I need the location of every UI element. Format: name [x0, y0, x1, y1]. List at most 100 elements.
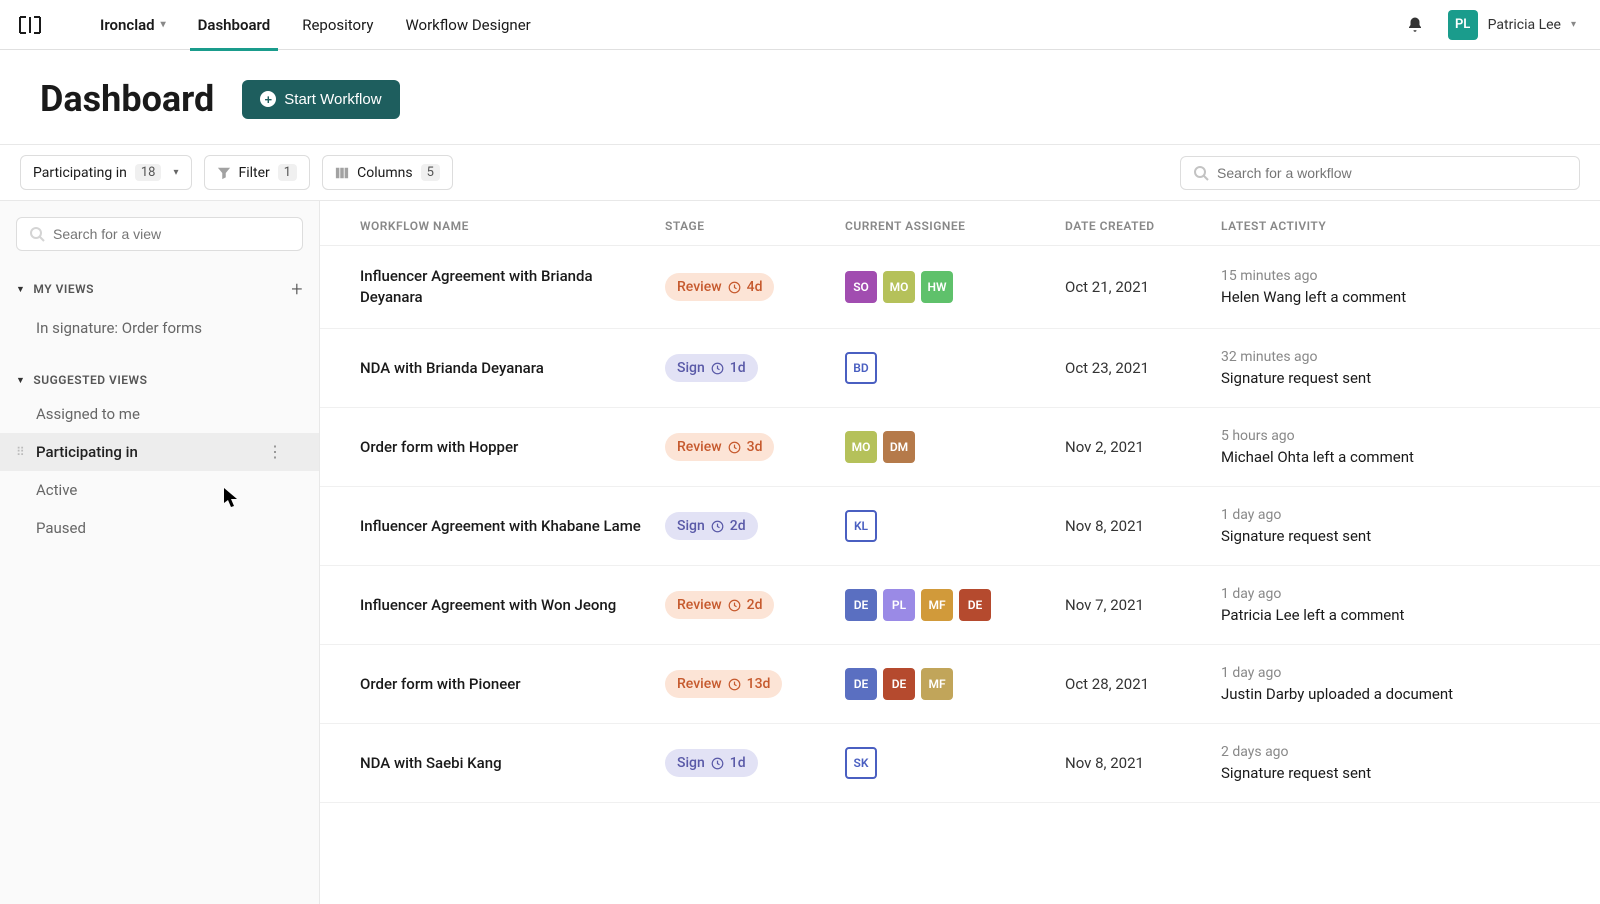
- assignee-avatar: DE: [959, 589, 991, 621]
- activity-time: 1 day ago: [1221, 586, 1600, 602]
- workflow-stage: Sign 1d: [665, 749, 845, 777]
- nav-item-dashboard[interactable]: Dashboard: [182, 0, 287, 50]
- clock-icon: [728, 441, 741, 454]
- triangle-down-icon: ▼: [16, 375, 25, 386]
- workflow-date: Nov 2, 2021: [1065, 438, 1221, 456]
- view-item[interactable]: Assigned to me: [0, 395, 319, 433]
- activity-time: 1 day ago: [1221, 665, 1600, 681]
- assignee-avatar: MF: [921, 589, 953, 621]
- assignee-avatar: PL: [883, 589, 915, 621]
- clock-icon: [728, 281, 741, 294]
- workflow-name: NDA with Saebi Kang: [320, 753, 665, 774]
- filter-button[interactable]: Filter 1: [204, 155, 311, 190]
- table-row[interactable]: Influencer Agreement with Khabane LameSi…: [320, 487, 1600, 566]
- workflow-assignees: KL: [845, 510, 1065, 542]
- add-view-button[interactable]: +: [291, 277, 303, 301]
- nav-item-workflow-designer[interactable]: Workflow Designer: [389, 0, 546, 50]
- columns-button[interactable]: Columns 5: [322, 155, 453, 190]
- table-header: WORKFLOW NAME STAGE CURRENT ASSIGNEE DAT…: [320, 201, 1600, 246]
- workflow-activity: 1 day agoJustin Darby uploaded a documen…: [1221, 665, 1600, 703]
- workflow-name: Order form with Hopper: [320, 437, 665, 458]
- workflow-stage: Review 2d: [665, 591, 845, 619]
- activity-desc: Signature request sent: [1221, 764, 1600, 782]
- workflow-name: NDA with Brianda Deyanara: [320, 358, 665, 379]
- brand-dropdown[interactable]: Ironclad ▾: [84, 0, 182, 50]
- workflow-assignees: MODM: [845, 431, 1065, 463]
- assignee-avatar: MF: [921, 668, 953, 700]
- workflow-date: Nov 7, 2021: [1065, 596, 1221, 614]
- view-count-badge: 18: [135, 164, 162, 181]
- workflow-assignees: SOMOHW: [845, 271, 1065, 303]
- clock-icon: [711, 362, 724, 375]
- table-row[interactable]: Order form with PioneerReview 13dDEDEMFO…: [320, 645, 1600, 724]
- col-header-date[interactable]: DATE CREATED: [1065, 219, 1221, 233]
- col-header-name[interactable]: WORKFLOW NAME: [320, 219, 665, 233]
- table-row[interactable]: NDA with Brianda DeyanaraSign 1dBDOct 23…: [320, 329, 1600, 408]
- col-header-activity[interactable]: LATEST ACTIVITY: [1221, 219, 1600, 233]
- view-selector-label: Participating in: [33, 165, 127, 181]
- search-icon: [1193, 165, 1209, 181]
- clock-icon: [711, 757, 724, 770]
- view-selector[interactable]: Participating in 18 ▾: [20, 155, 192, 190]
- kebab-menu-icon[interactable]: ⋮: [267, 444, 283, 460]
- workflow-search[interactable]: [1180, 156, 1580, 190]
- workflow-assignees: SK: [845, 747, 1065, 779]
- workflow-name: Order form with Pioneer: [320, 674, 665, 695]
- col-header-assignee[interactable]: CURRENT ASSIGNEE: [845, 219, 1065, 233]
- workflow-search-input[interactable]: [1217, 165, 1567, 181]
- clock-icon: [711, 520, 724, 533]
- activity-desc: Signature request sent: [1221, 527, 1600, 545]
- view-item[interactable]: In signature: Order forms: [0, 309, 319, 347]
- logo-icon[interactable]: [16, 11, 44, 39]
- notifications-icon[interactable]: [1406, 16, 1424, 34]
- chevron-down-icon: ▾: [173, 167, 178, 178]
- drag-handle-icon: ⠿: [16, 445, 25, 459]
- suggested-views-header[interactable]: ▼ SUGGESTED VIEWS: [0, 365, 319, 395]
- table-row[interactable]: NDA with Saebi KangSign 1dSKNov 8, 20212…: [320, 724, 1600, 803]
- brand-label: Ironclad: [100, 16, 155, 34]
- toolbar: Participating in 18 ▾ Filter 1 Columns 5: [0, 144, 1600, 201]
- view-search[interactable]: [16, 217, 303, 251]
- user-avatar: PL: [1448, 10, 1478, 40]
- view-item[interactable]: Active: [0, 471, 319, 509]
- filter-count-badge: 1: [278, 164, 297, 181]
- workflow-table: WORKFLOW NAME STAGE CURRENT ASSIGNEE DAT…: [320, 201, 1600, 904]
- workflow-stage: Sign 2d: [665, 512, 845, 540]
- user-menu[interactable]: PL Patricia Lee ▾: [1440, 6, 1584, 44]
- assignee-avatar: KL: [845, 510, 877, 542]
- nav-item-repository[interactable]: Repository: [286, 0, 389, 50]
- view-search-input[interactable]: [53, 226, 290, 242]
- workflow-stage: Review 4d: [665, 273, 845, 301]
- workflow-stage: Sign 1d: [665, 354, 845, 382]
- activity-time: 1 day ago: [1221, 507, 1600, 523]
- assignee-avatar: DE: [883, 668, 915, 700]
- activity-desc: Michael Ohta left a comment: [1221, 448, 1600, 466]
- workflow-activity: 2 days agoSignature request sent: [1221, 744, 1600, 782]
- view-item[interactable]: Paused: [0, 509, 319, 547]
- workflow-activity: 5 hours agoMichael Ohta left a comment: [1221, 428, 1600, 466]
- workflow-activity: 15 minutes agoHelen Wang left a comment: [1221, 268, 1600, 306]
- page-title: Dashboard: [40, 78, 214, 120]
- stage-badge: Review 3d: [665, 433, 774, 461]
- table-row[interactable]: Influencer Agreement with Won JeongRevie…: [320, 566, 1600, 645]
- my-views-header[interactable]: ▼ MY VIEWS +: [0, 269, 319, 309]
- workflow-assignees: DEDEMF: [845, 668, 1065, 700]
- workflow-stage: Review 3d: [665, 433, 845, 461]
- col-header-stage[interactable]: STAGE: [665, 219, 845, 233]
- columns-label: Columns: [357, 165, 412, 181]
- activity-desc: Helen Wang left a comment: [1221, 288, 1600, 306]
- workflow-assignees: BD: [845, 352, 1065, 384]
- workflow-date: Oct 23, 2021: [1065, 359, 1221, 377]
- user-name-label: Patricia Lee: [1488, 17, 1561, 33]
- stage-badge: Review 4d: [665, 273, 774, 301]
- workflow-activity: 1 day ago Patricia Lee left a comment: [1221, 586, 1600, 624]
- workflow-name: Influencer Agreement with Khabane Lame: [320, 516, 665, 537]
- activity-desc: Patricia Lee left a comment: [1221, 606, 1600, 624]
- stage-badge: Review 2d: [665, 591, 774, 619]
- assignee-avatar: MO: [845, 431, 877, 463]
- table-row[interactable]: Order form with HopperReview 3d MODMNov 2…: [320, 408, 1600, 487]
- view-item[interactable]: ⠿Participating in⋮: [0, 433, 319, 471]
- start-workflow-button[interactable]: + Start Workflow: [242, 80, 399, 119]
- table-row[interactable]: Influencer Agreement with Brianda Deyana…: [320, 246, 1600, 329]
- assignee-avatar: SK: [845, 747, 877, 779]
